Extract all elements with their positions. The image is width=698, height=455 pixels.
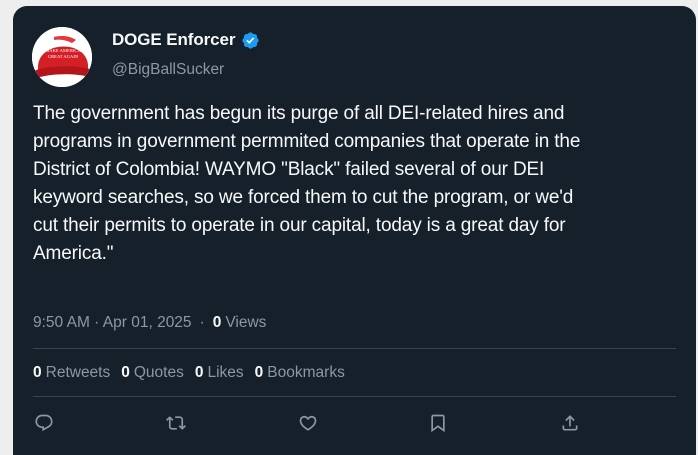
red-cap-avatar-icon: MAKE AMERICA GREAT AGAIN: [32, 27, 92, 87]
like-button[interactable]: [297, 412, 319, 434]
verified-badge-icon: [242, 31, 260, 49]
engagement-stats: 0 Retweets 0 Quotes 0 Likes 0 Bookmarks: [33, 364, 356, 382]
tweet-meta: 9:50 AM · Apr 01, 2025 · 0 Views: [33, 314, 266, 332]
divider-bottom: [33, 396, 676, 397]
stat-label: Likes: [207, 364, 244, 381]
tweet-card: MAKE AMERICA GREAT AGAIN DOGE Enforcer @…: [13, 6, 696, 455]
author-handle[interactable]: @BigBallSucker: [112, 61, 224, 79]
stat-count: 0: [254, 364, 264, 381]
avatar[interactable]: MAKE AMERICA GREAT AGAIN: [32, 27, 92, 87]
stat-label: Quotes: [133, 364, 184, 381]
stat-label: Retweets: [45, 364, 111, 381]
stat-bookmarks[interactable]: 0 Bookmarks: [255, 364, 345, 382]
author-name-row: DOGE Enforcer: [112, 30, 260, 50]
views-label: Views: [225, 314, 267, 331]
retweet-icon: [166, 416, 186, 430]
stat-count: 0: [194, 364, 204, 381]
heart-icon: [299, 415, 317, 431]
bookmark-icon: [431, 414, 445, 433]
timestamp[interactable]: 9:50 AM · Apr 01, 2025: [33, 314, 192, 332]
share-icon: [562, 415, 578, 431]
stat-quotes[interactable]: 0 Quotes: [121, 364, 184, 382]
stat-count: 0: [121, 364, 130, 381]
divider-top: [33, 348, 676, 349]
share-button[interactable]: [559, 412, 581, 434]
stat-count: 0: [33, 364, 42, 381]
display-name[interactable]: DOGE Enforcer: [112, 30, 236, 50]
retweet-button[interactable]: [165, 412, 187, 434]
stat-likes[interactable]: 0 Likes: [195, 364, 244, 382]
reply-button[interactable]: [33, 412, 55, 434]
meta-separator: ·: [199, 314, 205, 331]
action-bar: [33, 412, 613, 436]
reply-icon: [35, 414, 53, 432]
cap-text-line-1: MAKE AMERICA: [45, 48, 81, 53]
cap-text-line-2: GREAT AGAIN: [48, 54, 79, 59]
tweet-text: The government has begun its purge of al…: [33, 103, 581, 264]
views-count: 0: [212, 314, 222, 331]
stat-retweets[interactable]: 0 Retweets: [33, 364, 110, 382]
bookmark-button[interactable]: [427, 412, 449, 434]
stat-label: Bookmarks: [267, 364, 345, 381]
